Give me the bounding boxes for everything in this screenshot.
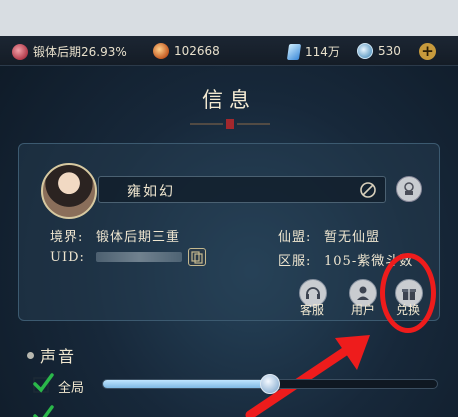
copy-icon — [191, 251, 203, 264]
sound-section-header: 声音 — [27, 343, 76, 367]
master-volume-fill — [103, 380, 270, 388]
power-icon — [153, 43, 169, 59]
cultivation-icon — [12, 43, 28, 60]
customer-service-label: 客服 — [300, 303, 325, 317]
uid-label: UID: — [50, 250, 85, 265]
resource-bar: 锻体后期26.93% 102668 114万 530 — [0, 36, 458, 66]
headset-icon — [306, 287, 320, 299]
master-volume-checkbox[interactable] — [32, 372, 54, 394]
copy-uid-button[interactable] — [188, 248, 206, 266]
master-volume-label: 全局 — [58, 381, 85, 396]
sound-title: 声音 — [40, 347, 77, 366]
cultivation-value: 锻体后期26.93% — [33, 45, 127, 59]
server-label: 区服: — [278, 254, 312, 269]
user-label: 用户 — [351, 303, 376, 317]
name-field[interactable]: 雍如幻 — [98, 176, 386, 203]
master-volume-slider[interactable] — [102, 374, 438, 394]
crystal-resource: 114万 — [286, 43, 340, 60]
alliance-label: 仙盟: — [278, 230, 312, 245]
share-button[interactable] — [396, 176, 422, 202]
coin-icon — [357, 43, 373, 59]
page-title: 信息 — [202, 88, 256, 112]
cultivation-resource: 锻体后期26.93% — [12, 43, 127, 60]
rename-icon[interactable] — [359, 181, 377, 199]
realm-value: 锻体后期三重 — [96, 230, 181, 245]
crystal-icon — [286, 43, 302, 60]
section-bullet-icon — [27, 351, 34, 359]
master-volume-knob[interactable] — [260, 374, 280, 394]
second-sound-checkbox[interactable] — [32, 404, 54, 417]
top-margin — [0, 0, 458, 36]
coin-resource: 530 — [357, 43, 401, 59]
coin-value: 530 — [378, 44, 401, 58]
alliance-value: 暂无仙盟 — [324, 230, 381, 245]
power-resource: 102668 — [153, 43, 220, 59]
crystal-value: 114万 — [305, 45, 340, 59]
uid-value-redacted — [96, 252, 182, 262]
power-value: 102668 — [174, 44, 220, 58]
highlight-circle — [380, 253, 436, 333]
add-currency-button[interactable]: + — [419, 43, 436, 60]
avatar[interactable] — [41, 163, 97, 219]
title-ornament-icon — [190, 119, 270, 129]
share-icon — [404, 182, 414, 195]
player-name: 雍如幻 — [127, 184, 175, 200]
user-icon — [357, 286, 369, 300]
realm-label: 境界: — [50, 230, 84, 245]
